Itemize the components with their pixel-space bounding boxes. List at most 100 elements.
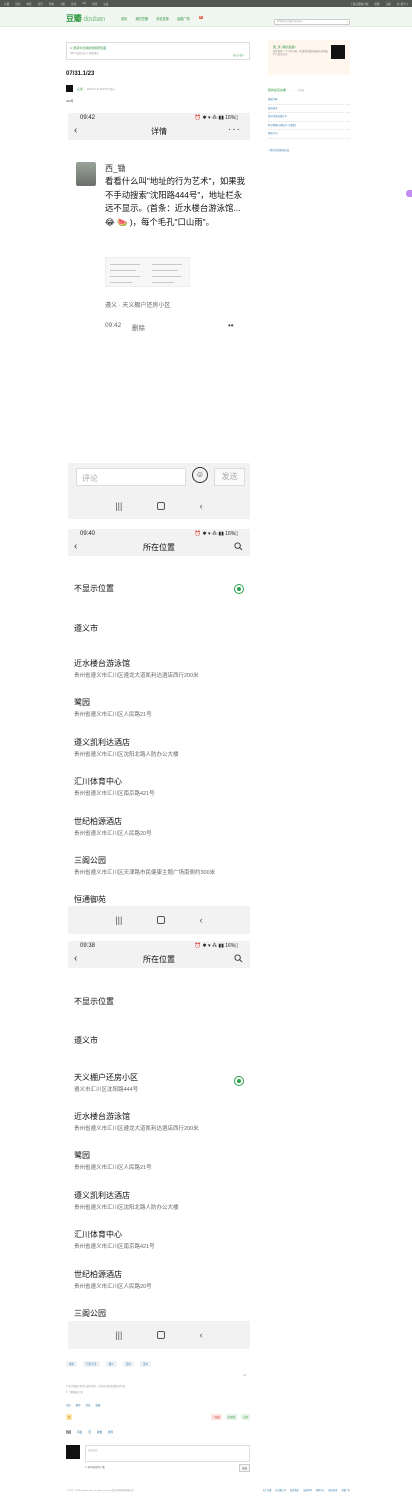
comment-tab-collect[interactable]: 收藏 [97, 1430, 102, 1434]
share-action[interactable]: 转发 [86, 1403, 91, 1407]
author-avatar[interactable] [66, 85, 73, 92]
location-title: 三阁公园 [74, 1309, 106, 1318]
nav-explore[interactable]: 浏览发现 [156, 16, 169, 21]
footer-link[interactable]: 联系我们 [290, 1488, 299, 1492]
footer-link[interactable]: 移动应用 [329, 1488, 338, 1492]
gnav-item[interactable]: 音乐 [38, 2, 43, 6]
global-nav: 豆瓣 读书 电影 音乐 同城 小组 阅读 FM 时间 豆品 下载豆瓣客户端 提醒… [0, 0, 412, 7]
account-menu[interactable]: 的_帐号 ▾ [397, 2, 408, 6]
douban-logo[interactable]: 豆瓣 douban [66, 13, 105, 24]
search-icon [234, 954, 243, 963]
submit-comment-button[interactable]: 发送 [239, 1464, 250, 1472]
copyright-plan-link[interactable]: © 了解版权计划 [66, 1390, 83, 1394]
location-title: 近水楼台游泳馆 [74, 1112, 130, 1121]
location-item: 天义棚户还房小区 遵义市汇川区沈阳路444号 [74, 1072, 250, 1093]
sidebar-recent-item[interactable]: 城市研究 [268, 105, 350, 113]
tag[interactable]: 定位 [122, 1361, 134, 1367]
location-title: 遵义市 [74, 624, 98, 633]
footer-link[interactable]: 法律声明 [303, 1488, 312, 1492]
like-button[interactable]: 赞 [66, 1413, 73, 1420]
status-icons: ⏰ ✱ ▾ ⁂ ▮▮ 16%▯ [194, 942, 238, 949]
comment-tab-like[interactable]: 赞 [88, 1430, 91, 1434]
gnav-item[interactable]: 小组 [60, 2, 65, 6]
location-title: 汇川体育中心 [74, 1230, 122, 1239]
sidebar-more-link[interactable]: > 我的全部发帖信息 [268, 148, 289, 152]
gnav-item[interactable]: 豆品 [103, 2, 108, 6]
search-input[interactable]: 搜索你感兴趣的内容和人... ⌕ [274, 19, 350, 25]
group-name[interactable]: ⊙ 吴京中文网的建筑研究组 [70, 46, 106, 50]
location-address: 贵州省遵义市汇川区沈阳北路人防办公大楼 [74, 1205, 179, 1211]
back-icon: ‹ [74, 125, 78, 136]
collect-button[interactable]: ☆收藏 [210, 1413, 222, 1420]
notifications-link[interactable]: 提醒 [374, 2, 379, 6]
sidebar-card-title[interactable]: 吴_京 (我的豆瓣) [273, 45, 296, 49]
search-icon[interactable]: ⌕ [346, 20, 348, 24]
comment-tab-recommend[interactable]: 推荐 [108, 1430, 113, 1434]
back-icon: ‹ [74, 541, 78, 552]
tag[interactable]: 遵义 [105, 1361, 117, 1367]
footer-link[interactable]: 关于豆瓣 [263, 1488, 272, 1492]
gnav-item[interactable]: 时间 [92, 2, 97, 6]
footer-links: 关于豆瓣 在豆瓣工作 联系我们 法律声明 帮助中心 移动应用 豆瓣广告 [259, 1488, 350, 1492]
location-item: 鹭园 贵州省遵义市汇川区人民路21号 [74, 1150, 250, 1171]
comment-textarea[interactable]: 添加回应 [85, 1445, 250, 1462]
sidebar-card-image[interactable] [331, 45, 345, 59]
image-thumbnail [105, 257, 190, 287]
sidebar-recent-item[interactable]: 遵义的地址是什么 [268, 113, 350, 122]
status-icons: ⏰ ✱ ▾ ⁂ ▮▮ 16%▯ [194, 530, 238, 537]
join-group-button[interactable]: 加入小组 › [233, 53, 244, 57]
sidebar-profile-card: 吴_京 (我的豆瓣) 这里是我一个人的小组，欢迎喜欢建筑和城市的朋友们一起来讨论 [268, 40, 350, 75]
gnav-item[interactable]: 电影 [26, 2, 31, 6]
status-bar: 09:42 ⏰ ✱ ▾ ⁂ ▮▮ 16%▯ [68, 113, 250, 122]
floating-feedback-tab[interactable] [406, 190, 412, 197]
gnav-item[interactable]: 阅读 [71, 2, 76, 6]
gnav-item[interactable]: 豆瓣 [4, 2, 9, 6]
favorite-action[interactable]: 收藏 [95, 1403, 100, 1407]
recommend-button[interactable]: ✉ 推荐 [225, 1413, 238, 1420]
tag[interactable]: 贵州 [139, 1361, 152, 1367]
location-address: 贵州省遵义市汇川区沈阳北路人防办公大楼 [74, 752, 179, 758]
sidebar-recent-item[interactable]: 时空地图与地址(人人都是) [268, 122, 350, 130]
location-item: 不显示位置 [74, 996, 250, 1007]
download-app-link[interactable]: 下载豆瓣客户端 [350, 2, 368, 6]
sidebar-recent-item[interactable]: 建筑学家 [268, 96, 350, 105]
footer-link[interactable]: 帮助中心 [316, 1488, 325, 1492]
share-button[interactable]: 分享 [241, 1413, 250, 1420]
search-icon [234, 542, 243, 551]
recommend-action[interactable]: 推荐 [76, 1403, 81, 1407]
status-icons: ⏰ ✱ ▾ ⁂ ▮▮ 16%▯ [194, 114, 238, 121]
sidebar-recent-more[interactable]: (全部) [298, 89, 304, 92]
gnav-item[interactable]: 读书 [15, 2, 20, 6]
nav-my-douban[interactable]: 我的豆瓣 [135, 16, 148, 21]
location-item: 遵义凯利达酒店 贵州省遵义市汇川区沈阳北路人防办公大楼 [74, 737, 250, 758]
footer-link[interactable]: 在豆瓣工作 [275, 1488, 286, 1492]
mail-link[interactable]: 豆邮 [386, 2, 391, 6]
nav-topics[interactable]: 话题广场 新 [177, 16, 211, 21]
reply-action[interactable]: 回应 [66, 1403, 71, 1407]
moment-time: 09:42 [105, 322, 122, 329]
location-item: 世纪柏源酒店 贵州省遵义市汇川区人民路20号 [74, 816, 250, 837]
moment-location: 遵义 · 天义棚户还房小区 [105, 303, 171, 309]
location-title: 近水楼台游泳馆 [74, 659, 130, 668]
comment-tab-reply[interactable]: 回应 [66, 1430, 71, 1434]
nav-home[interactable]: 首页 [121, 16, 127, 21]
comment-box: 添加回应 ☐ 同时转发到广播 发送 [66, 1445, 250, 1472]
tag[interactable]: 地址 [66, 1361, 78, 1367]
forward-checkbox[interactable]: ☐ 同时转发到广播 [85, 1465, 105, 1469]
location-item: 遵义凯利达酒店 贵州省遵义市汇川区沈阳北路人防办公大楼 [74, 1190, 250, 1211]
like-bar-right: ☆收藏 ✉ 推荐 分享 [207, 1413, 250, 1420]
location-title: 不显示位置 [74, 997, 114, 1006]
location-title: 世纪柏源酒店 [74, 817, 122, 826]
screenshot-comment-bar: 评论 ☺ 发送 ||| ‹ [68, 463, 250, 519]
recent-apps-icon: ||| [115, 1330, 123, 1340]
footer-link[interactable]: 豆瓣广告 [341, 1488, 350, 1492]
tag[interactable]: 行为艺术 [83, 1361, 100, 1367]
gnav-item[interactable]: 同城 [49, 2, 54, 6]
location-address: 贵州省遵义市汇川区人民路21号 [74, 712, 152, 718]
author-name[interactable]: 良 鹤 [77, 87, 83, 91]
comment-tab-forward[interactable]: 转发 [77, 1430, 82, 1434]
gnav-item[interactable]: FM [82, 2, 86, 5]
location-item: 世纪柏源酒店 贵州省遵义市汇川区人民路20号 [74, 1269, 250, 1290]
location-item: 近水楼台游泳馆 贵州省遵义市汇川区遵龙大道凯利达酒店西行200米 [74, 1111, 250, 1132]
sidebar-recent-item[interactable]: 地址行为 [268, 130, 350, 139]
